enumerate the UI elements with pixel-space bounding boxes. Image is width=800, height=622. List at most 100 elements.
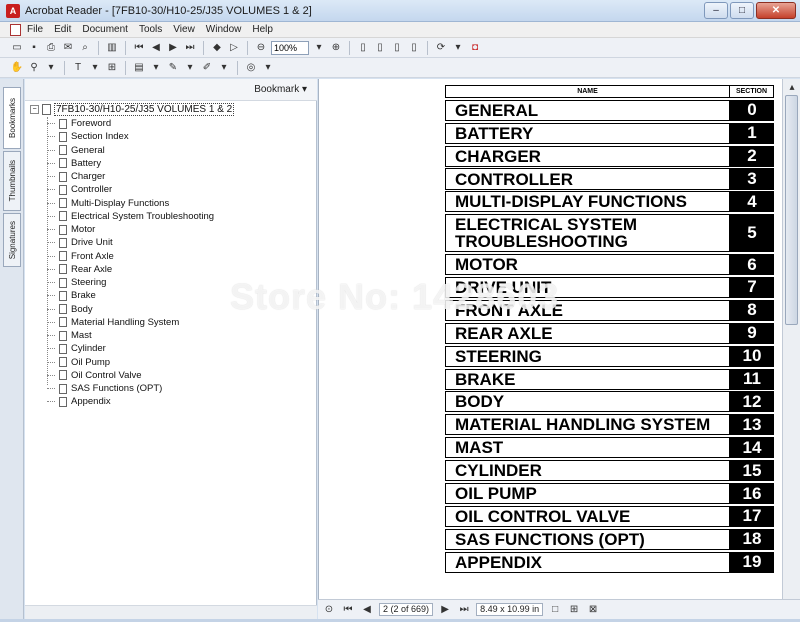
table-row[interactable]: MULTI-DISPLAY FUNCTIONS 4 bbox=[445, 191, 774, 213]
minimize-button[interactable]: – bbox=[704, 2, 728, 19]
web-capture-icon[interactable]: ◎ bbox=[244, 61, 258, 75]
table-row[interactable]: MAST 14 bbox=[445, 437, 774, 459]
fit-page-icon[interactable]: ▯ bbox=[373, 41, 387, 55]
continuous-icon[interactable]: ⊞ bbox=[567, 603, 581, 617]
hand-tool-icon[interactable]: ✋ bbox=[10, 61, 24, 75]
web-capture-dropdown-icon[interactable]: ▾ bbox=[261, 61, 275, 75]
current-page-input[interactable]: 2 (2 of 669) bbox=[379, 603, 434, 616]
highlight-tool-icon[interactable]: ✐ bbox=[200, 61, 214, 75]
status-last-page-icon[interactable]: ⏭ bbox=[457, 603, 471, 617]
table-row[interactable]: REAR AXLE 9 bbox=[445, 322, 774, 344]
bookmark-item[interactable]: Drive Unit bbox=[47, 236, 214, 249]
menu-view[interactable]: View bbox=[173, 24, 195, 35]
text-select-dropdown-icon[interactable]: ▾ bbox=[88, 61, 102, 75]
zoom-tool-icon[interactable]: ⚲ bbox=[27, 61, 41, 75]
zoom-in-icon[interactable]: ⊕ bbox=[329, 41, 343, 55]
pencil-tool-icon[interactable]: ✎ bbox=[166, 61, 180, 75]
save-icon[interactable]: ▪ bbox=[27, 41, 41, 55]
maximize-button[interactable]: □ bbox=[730, 2, 754, 19]
table-row[interactable]: SAS FUNCTIONS (OPT) 18 bbox=[445, 528, 774, 550]
collapse-icon[interactable]: − bbox=[30, 105, 39, 114]
bookmark-item[interactable]: Oil Control Valve bbox=[47, 369, 214, 382]
table-row[interactable]: BATTERY 1 bbox=[445, 122, 774, 144]
bookmark-item[interactable]: Front Axle bbox=[47, 250, 214, 263]
email-icon[interactable]: ✉ bbox=[61, 41, 75, 55]
zoom-out-icon[interactable]: ⊖ bbox=[254, 41, 268, 55]
menu-tools[interactable]: Tools bbox=[139, 24, 162, 35]
rotate-view-icon[interactable]: ⟳ bbox=[434, 41, 448, 55]
note-tool-icon[interactable]: ▤ bbox=[132, 61, 146, 75]
table-row[interactable]: BRAKE 11 bbox=[445, 368, 774, 390]
text-select-tool-icon[interactable]: T bbox=[71, 61, 85, 75]
bookmark-item[interactable]: Appendix bbox=[47, 395, 214, 408]
first-page-icon[interactable]: ⏮ bbox=[132, 41, 146, 55]
status-first-page-icon[interactable]: ⏮ bbox=[341, 603, 355, 617]
document-menu-icon[interactable] bbox=[10, 23, 21, 36]
bookmark-options-menu[interactable]: Bookmark ▾ bbox=[254, 84, 307, 95]
bookmarks-horizontal-scrollbar[interactable] bbox=[25, 605, 317, 619]
menu-window[interactable]: Window bbox=[206, 24, 242, 35]
table-row[interactable]: BODY 12 bbox=[445, 391, 774, 413]
bookmark-item[interactable]: Material Handling System bbox=[47, 316, 214, 329]
continuous-facing-icon[interactable]: ⊠ bbox=[586, 603, 600, 617]
go-back-icon[interactable]: ◆ bbox=[210, 41, 224, 55]
column-select-tool-icon[interactable]: ⊞ bbox=[105, 61, 119, 75]
page-layout-icon[interactable]: ⊙ bbox=[322, 603, 336, 617]
scrollbar-thumb[interactable] bbox=[785, 95, 798, 325]
table-row[interactable]: CYLINDER 15 bbox=[445, 460, 774, 482]
bookmark-item[interactable]: Electrical System Troubleshooting bbox=[47, 210, 214, 223]
table-row[interactable]: STEERING 10 bbox=[445, 345, 774, 367]
bookmark-item[interactable]: Mast bbox=[47, 329, 214, 342]
table-row[interactable]: APPENDIX 19 bbox=[445, 551, 774, 573]
single-page-icon[interactable]: □ bbox=[548, 603, 562, 617]
document-vertical-scrollbar[interactable]: ▴ bbox=[782, 79, 800, 599]
bookmark-item[interactable]: Controller bbox=[47, 183, 214, 196]
last-page-icon[interactable]: ⏭ bbox=[183, 41, 197, 55]
status-next-page-icon[interactable]: ▶ bbox=[438, 603, 452, 617]
pencil-tool-dropdown-icon[interactable]: ▾ bbox=[183, 61, 197, 75]
menu-edit[interactable]: Edit bbox=[54, 24, 71, 35]
bookmark-item[interactable]: Section Index bbox=[47, 130, 214, 143]
go-forward-icon[interactable]: ▷ bbox=[227, 41, 241, 55]
table-row[interactable]: FRONT AXLE 8 bbox=[445, 299, 774, 321]
fit-visible-icon[interactable]: ▯ bbox=[407, 41, 421, 55]
table-row[interactable]: MATERIAL HANDLING SYSTEM 13 bbox=[445, 414, 774, 436]
bookmark-item[interactable]: Rear Axle bbox=[47, 263, 214, 276]
bookmark-item[interactable]: SAS Functions (OPT) bbox=[47, 382, 214, 395]
bookmark-item[interactable]: General bbox=[47, 144, 214, 157]
print-icon[interactable]: ⎙ bbox=[44, 41, 58, 55]
tab-bookmarks[interactable]: Bookmarks bbox=[3, 87, 21, 149]
bookmark-root[interactable]: − 7FB10-30/H10-25/J35 VOLUMES 1 & 2 bbox=[30, 103, 235, 116]
highlight-tool-dropdown-icon[interactable]: ▾ bbox=[217, 61, 231, 75]
zoom-tool-dropdown-icon[interactable]: ▾ bbox=[44, 61, 58, 75]
close-button[interactable]: ✕ bbox=[756, 2, 796, 19]
tab-thumbnails[interactable]: Thumbnails bbox=[3, 151, 21, 211]
search-icon[interactable]: ⌕ bbox=[78, 41, 92, 55]
table-row[interactable]: OIL PUMP 16 bbox=[445, 482, 774, 505]
fit-width-icon[interactable]: ▯ bbox=[390, 41, 404, 55]
bookmark-item[interactable]: Cylinder bbox=[47, 342, 214, 355]
open-icon[interactable]: ▭ bbox=[10, 41, 24, 55]
scroll-up-icon[interactable]: ▴ bbox=[785, 80, 799, 94]
menu-help[interactable]: Help bbox=[252, 24, 273, 35]
actual-size-icon[interactable]: ▯ bbox=[356, 41, 370, 55]
bookmark-item[interactable]: Multi-Display Functions bbox=[47, 197, 214, 210]
rotate-dropdown-icon[interactable]: ▾ bbox=[451, 41, 465, 55]
tab-signatures[interactable]: Signatures bbox=[3, 213, 21, 267]
table-row[interactable]: MOTOR 6 bbox=[445, 254, 774, 276]
table-row[interactable]: CONTROLLER 3 bbox=[445, 168, 774, 190]
previous-page-icon[interactable]: ◀ bbox=[149, 41, 163, 55]
zoom-dropdown-icon[interactable]: ▾ bbox=[312, 41, 326, 55]
status-previous-page-icon[interactable]: ◀ bbox=[360, 603, 374, 617]
bookmark-item[interactable]: Oil Pump bbox=[47, 356, 214, 369]
table-row[interactable]: OIL CONTROL VALVE 17 bbox=[445, 505, 774, 527]
next-page-icon[interactable]: ▶ bbox=[166, 41, 180, 55]
show-navigation-pane-icon[interactable]: ▥ bbox=[105, 41, 119, 55]
adobe-online-icon[interactable]: ◘ bbox=[468, 41, 482, 55]
table-row[interactable]: CHARGER 2 bbox=[445, 145, 774, 167]
bookmark-item[interactable]: Foreword bbox=[47, 117, 214, 130]
note-tool-dropdown-icon[interactable]: ▾ bbox=[149, 61, 163, 75]
menu-file[interactable]: File bbox=[27, 24, 43, 35]
bookmark-item[interactable]: Body bbox=[47, 303, 214, 316]
bookmark-item[interactable]: Battery bbox=[47, 157, 214, 170]
